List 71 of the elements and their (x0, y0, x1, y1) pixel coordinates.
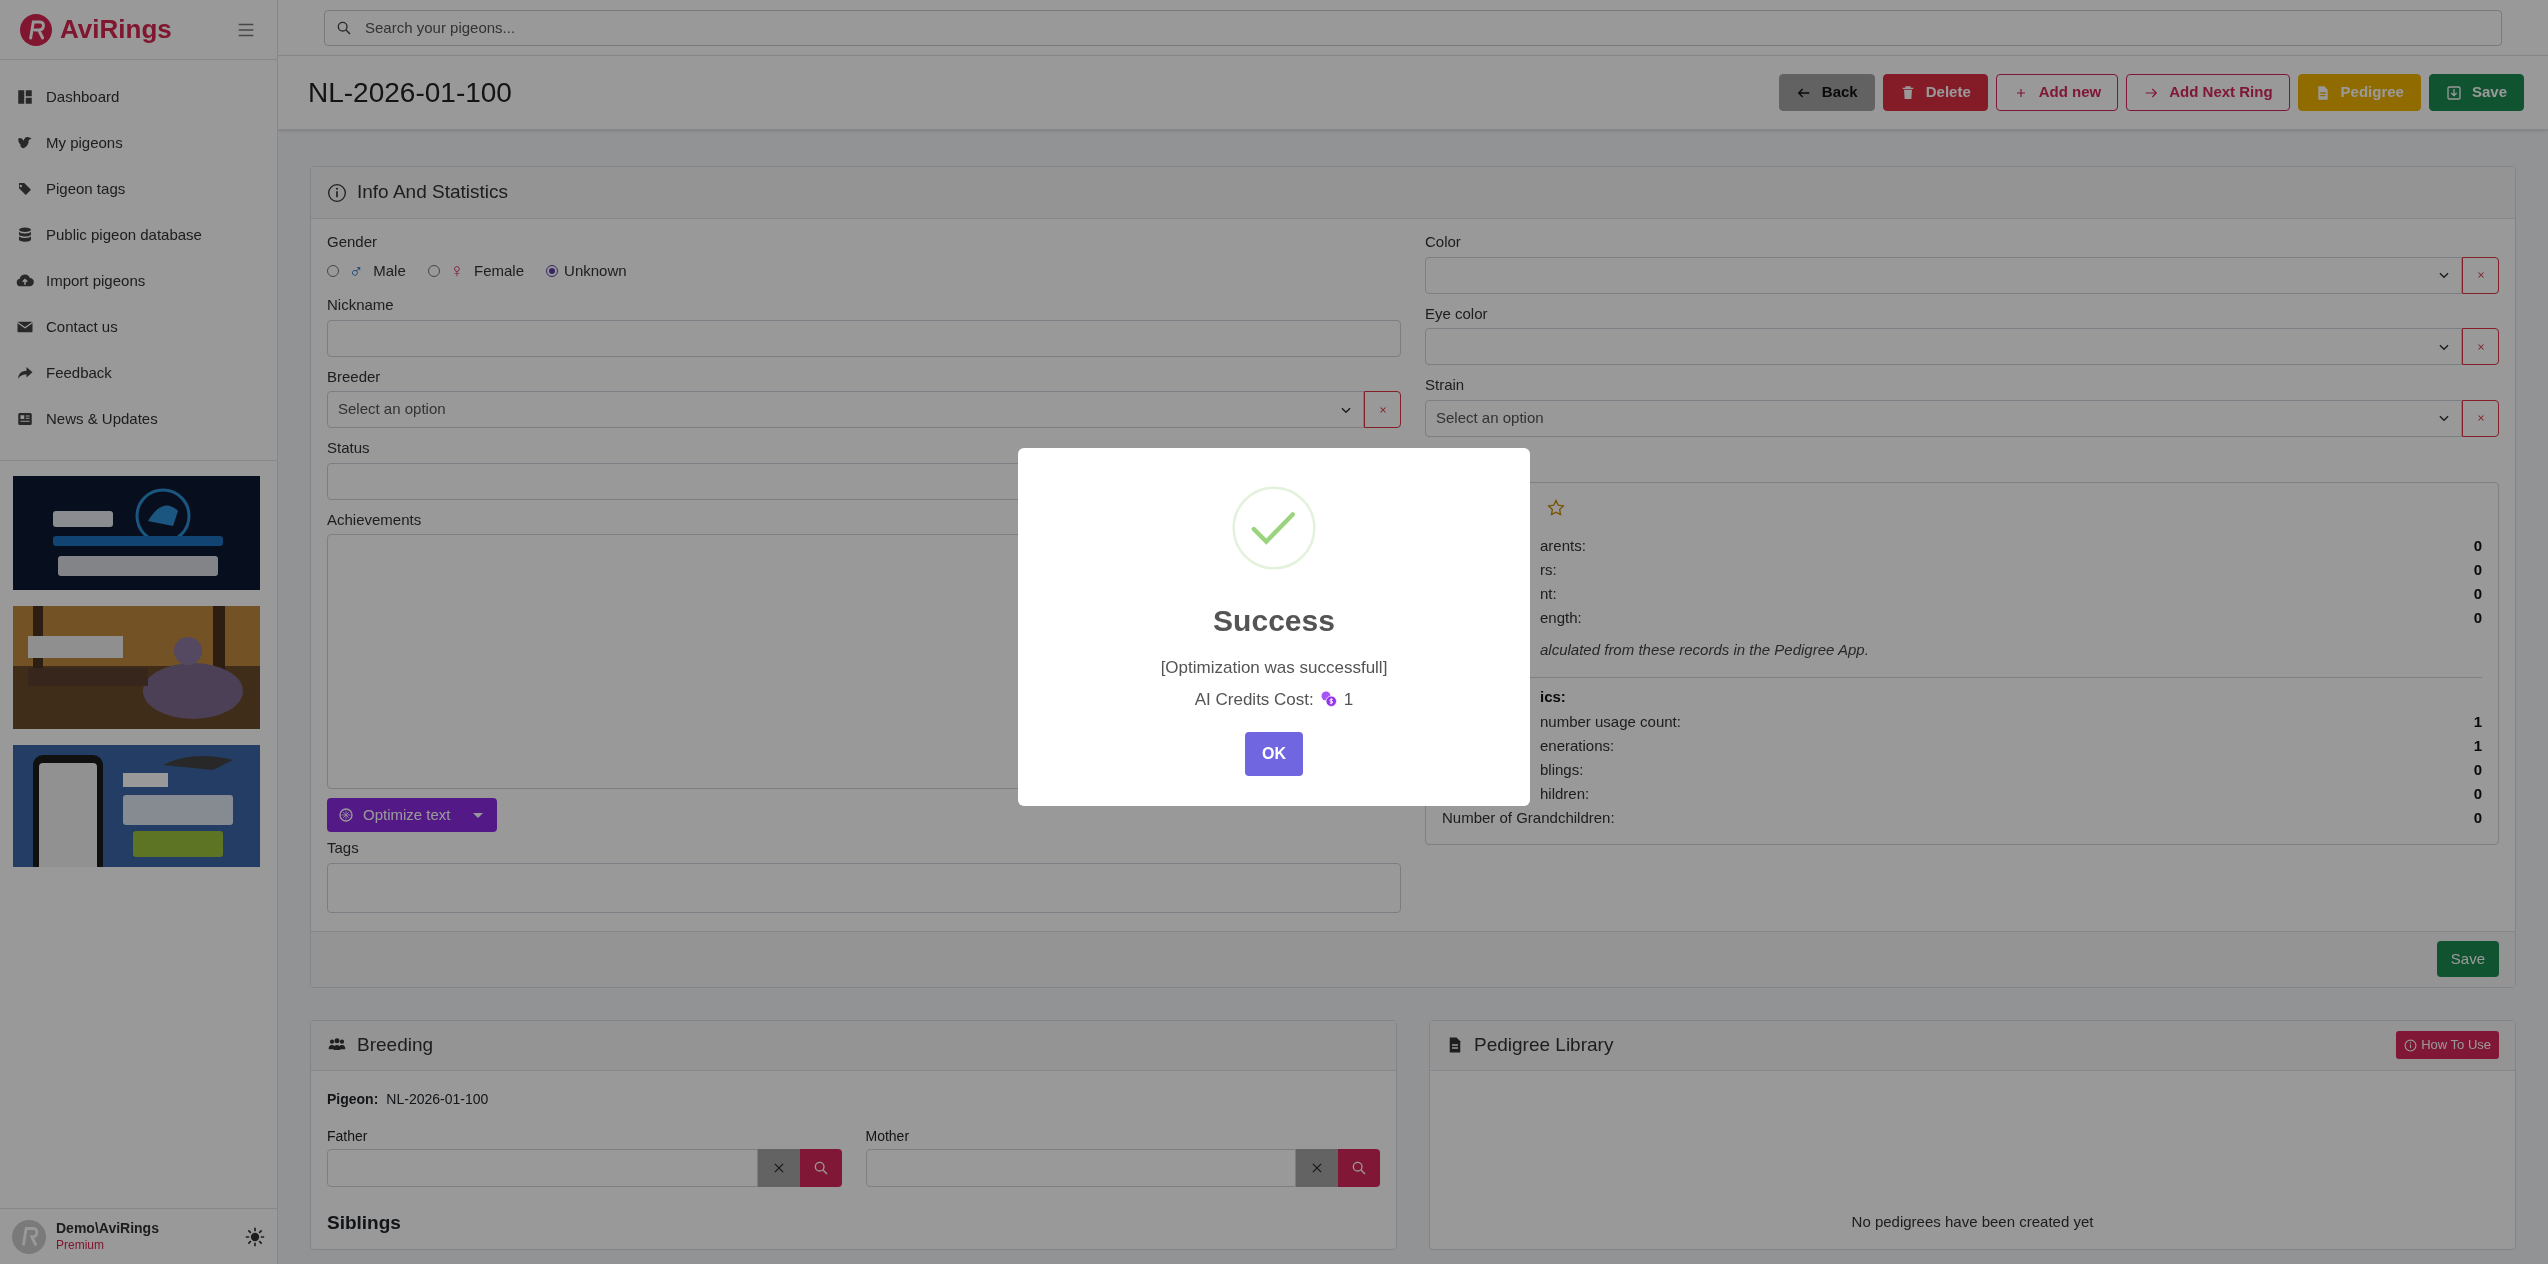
field-label: Strain (1425, 375, 1466, 395)
toolbar-button[interactable]: Add Next Ring (2126, 74, 2290, 111)
stat-value: 0 (2473, 536, 2482, 557)
stat-value: 0 (2473, 584, 2482, 605)
stat-value: 0 (2473, 608, 2482, 629)
field-label: Gender (327, 232, 379, 252)
pigeon-label: Pigeon: (327, 1089, 379, 1109)
nav-item[interactable]: Import pigeons (0, 258, 277, 304)
optimize-button[interactable]: Optimize text (327, 798, 497, 832)
field-label: Breeder (327, 366, 382, 387)
toolbar-button[interactable]: Save (2428, 74, 2524, 111)
stat-label: Number of Grandchildren: (1442, 807, 1615, 828)
radio-label: Male (373, 260, 406, 281)
stat-value: 0 (2473, 759, 2482, 780)
stat-value: 1 (2473, 735, 2482, 756)
radio-label: Female (474, 260, 525, 281)
dialog-message: [Optimization was successfull] (1160, 657, 1388, 679)
stat-label: nt: (1539, 584, 1557, 605)
page-title: NL-2026-01-100 (308, 75, 512, 110)
select-field[interactable]: Select an option (327, 391, 1364, 428)
card-title: Info And Statistics (357, 180, 509, 205)
dialog-title: Success (1213, 603, 1335, 639)
back-button[interactable]: Back (1778, 74, 1875, 111)
radio-label: Unknown (564, 260, 627, 281)
stat-label: ength: (1539, 608, 1582, 629)
stats-note: alculated from these records in the Pedigree App. (1539, 639, 1870, 660)
user-name: Demo\AviRings (56, 1220, 160, 1238)
nav-item[interactable]: My pigeons (0, 120, 277, 166)
card-title: Pedigree Library (1474, 1032, 1614, 1057)
field-label: Color (1425, 232, 1462, 252)
stat-value: 1 (2473, 711, 2482, 732)
field-label: Mother (865, 1126, 911, 1146)
user-plan: Premium (56, 1237, 105, 1253)
cost-value: 1 (1343, 688, 1354, 711)
stat-value: 0 (2473, 560, 2482, 581)
field-label: Status (327, 438, 371, 458)
stat-label: hildren: (1539, 783, 1590, 804)
toolbar-button[interactable]: Delete (1882, 74, 1988, 111)
nav-item[interactable]: Contact us (0, 304, 277, 350)
pigeon-ring: NL-2026-01-100 (386, 1089, 489, 1109)
stats-heading: ics: (1539, 687, 1567, 707)
field-label: Father (327, 1126, 369, 1146)
cost-label: AI Credits Cost: (1194, 688, 1314, 711)
stat-label: arents: (1539, 536, 1586, 557)
gender-symbol: ♂ (349, 258, 364, 283)
select-field[interactable]: Select an option (1425, 399, 2462, 437)
stat-label: rs: (1539, 560, 1557, 581)
section-heading: Siblings (327, 1210, 402, 1235)
nav-item[interactable]: Feedback (0, 350, 277, 396)
nav-item[interactable]: Dashboard (0, 74, 277, 120)
stat-label: enerations: (1539, 735, 1615, 756)
search-field[interactable]: Search your pigeons... (324, 9, 2502, 46)
stat-label: blings: (1539, 759, 1584, 780)
field-label: Achievements (327, 509, 423, 530)
help-button[interactable]: How To Use (2396, 1031, 2499, 1059)
brand-name[interactable]: AviRings (60, 10, 172, 49)
nav-item[interactable]: News & Updates (0, 396, 277, 442)
stat-value: 0 (2473, 783, 2482, 804)
gender-symbol: ♀ (449, 258, 464, 283)
card-title: Breeding (357, 1032, 434, 1057)
empty-message: No pedigrees have been created yet (1851, 1211, 2094, 1232)
save-button[interactable]: Save (2436, 941, 2499, 977)
ok-button[interactable]: OK (1245, 732, 1303, 776)
field-label: Tags (327, 838, 360, 858)
nav-item[interactable]: Pigeon tags (0, 166, 277, 212)
stat-label: number usage count: (1539, 711, 1681, 732)
stat-value: 0 (2473, 807, 2482, 828)
nav-item[interactable]: Public pigeon database (0, 212, 277, 258)
field-label: Nickname (327, 295, 395, 315)
toolbar-button[interactable]: Add new (1995, 74, 2119, 111)
field-label: Eye color (1425, 303, 1489, 324)
